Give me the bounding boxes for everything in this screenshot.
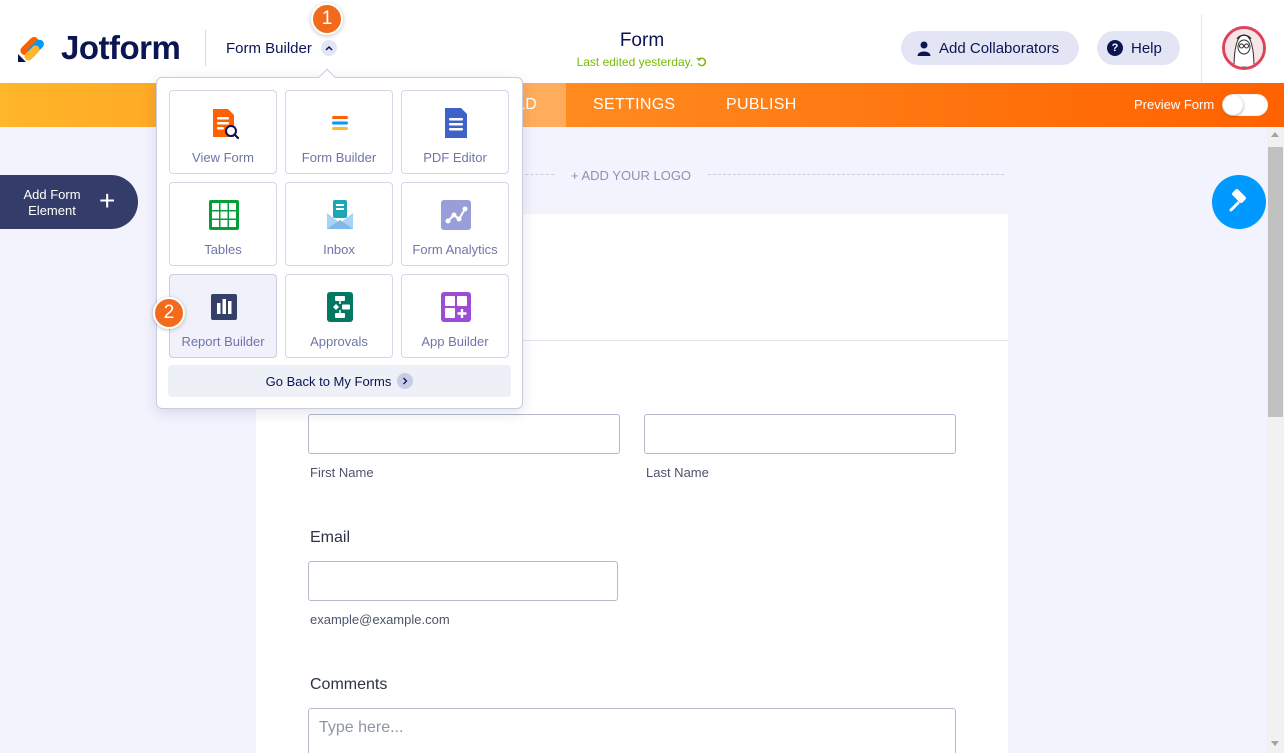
approvals-icon — [327, 292, 353, 322]
tables-icon — [209, 200, 239, 230]
menu-item-report-builder[interactable]: Report Builder — [169, 274, 277, 358]
help-label: Help — [1131, 39, 1162, 57]
menu-item-label: View Form — [192, 150, 254, 165]
menu-item-label: Form Builder — [301, 150, 377, 165]
builder-switcher-label[interactable]: Form Builder — [226, 40, 312, 57]
app-builder-icon — [441, 292, 471, 322]
form-designer-button[interactable] — [1212, 175, 1266, 229]
email-sublabel: example@example.com — [310, 612, 450, 627]
menu-item-label: Inbox — [323, 242, 355, 257]
scroll-thumb[interactable] — [1268, 147, 1283, 417]
menu-item-tables[interactable]: Tables — [169, 182, 277, 266]
go-back-label: Go Back to My Forms — [265, 373, 392, 389]
menu-item-view-form[interactable]: View Form — [169, 90, 277, 174]
menu-item-label: Form Analytics — [412, 242, 498, 257]
jotform-logo-icon[interactable] — [16, 32, 48, 64]
header-divider — [205, 30, 206, 66]
last-name-sublabel: Last Name — [646, 465, 709, 480]
last-edited-text: Last edited yesterday. — [576, 55, 694, 69]
tab-publish[interactable]: PUBLISH — [726, 96, 797, 114]
avatar-illustration-icon — [1225, 29, 1263, 67]
email-input[interactable] — [308, 561, 618, 601]
menu-item-label: Tables — [204, 242, 242, 257]
pdf-editor-icon — [445, 108, 467, 138]
inbox-icon — [327, 200, 353, 229]
chevron-up-icon[interactable] — [321, 40, 337, 56]
email-label: Email — [310, 529, 351, 546]
preview-form-label: Preview Form — [1134, 97, 1215, 112]
plus-icon: + — [99, 185, 116, 216]
add-collaborators-label: Add Collaborators — [939, 39, 1060, 57]
menu-item-inbox[interactable]: Inbox — [285, 182, 393, 266]
tab-settings[interactable]: SETTINGS — [593, 96, 675, 114]
add-collaborators-button[interactable]: Add Collaborators — [901, 31, 1079, 65]
chevron-right-icon — [397, 373, 414, 389]
menu-item-form-builder[interactable]: Form Builder — [285, 90, 393, 174]
last-name-input[interactable] — [644, 414, 956, 454]
header-divider-right — [1201, 14, 1202, 83]
form-title[interactable]: Form — [560, 30, 724, 52]
toggle-knob — [1223, 95, 1243, 115]
menu-item-app-builder[interactable]: App Builder — [401, 274, 509, 358]
paint-roller-icon — [1229, 189, 1246, 212]
form-builder-icon — [332, 116, 348, 130]
scroll-down-arrow-icon[interactable] — [1271, 741, 1279, 746]
add-form-element-button[interactable]: Add Form Element + — [0, 175, 138, 229]
report-builder-icon — [211, 294, 237, 320]
menu-item-label: Approvals — [310, 334, 368, 349]
scroll-up-arrow-icon[interactable] — [1271, 132, 1279, 137]
view-form-icon — [213, 109, 240, 139]
logo-divider-left — [520, 174, 554, 175]
help-button[interactable]: ? Help — [1097, 31, 1180, 65]
user-icon — [917, 41, 931, 56]
step-marker-1: 1 — [311, 3, 343, 35]
undo-icon — [696, 57, 707, 67]
comments-textarea[interactable]: Type here... — [308, 708, 956, 753]
step-marker-2: 2 — [153, 297, 185, 329]
preview-form-toggle[interactable] — [1222, 94, 1268, 116]
menu-item-approvals[interactable]: Approvals — [285, 274, 393, 358]
menu-item-label: PDF Editor — [423, 150, 487, 165]
first-name-input[interactable] — [308, 414, 620, 454]
comments-label: Comments — [310, 676, 388, 693]
add-logo-link[interactable]: + ADD YOUR LOGO — [571, 168, 691, 183]
logo-divider-right — [708, 174, 1004, 175]
form-analytics-icon — [441, 200, 471, 230]
avatar[interactable] — [1222, 26, 1266, 70]
page-scrollbar[interactable] — [1267, 127, 1284, 753]
top-header: Jotform Form Builder Form Last edited ye… — [0, 0, 1284, 83]
product-switcher-menu: View Form Form Builder PDF Editor Tables… — [156, 68, 523, 409]
help-icon: ? — [1107, 40, 1123, 56]
comments-placeholder: Type here... — [319, 719, 404, 736]
last-edited-status[interactable]: Last edited yesterday. — [540, 55, 744, 69]
first-name-sublabel: First Name — [310, 465, 374, 480]
menu-item-label: Report Builder — [181, 334, 265, 349]
go-back-to-my-forms-button[interactable]: Go Back to My Forms — [168, 365, 511, 397]
add-form-element-label: Add Form Element — [23, 187, 81, 218]
menu-item-form-analytics[interactable]: Form Analytics — [401, 182, 509, 266]
brand-name[interactable]: Jotform — [61, 29, 181, 67]
menu-item-label: App Builder — [421, 334, 489, 349]
menu-item-pdf-editor[interactable]: PDF Editor — [401, 90, 509, 174]
